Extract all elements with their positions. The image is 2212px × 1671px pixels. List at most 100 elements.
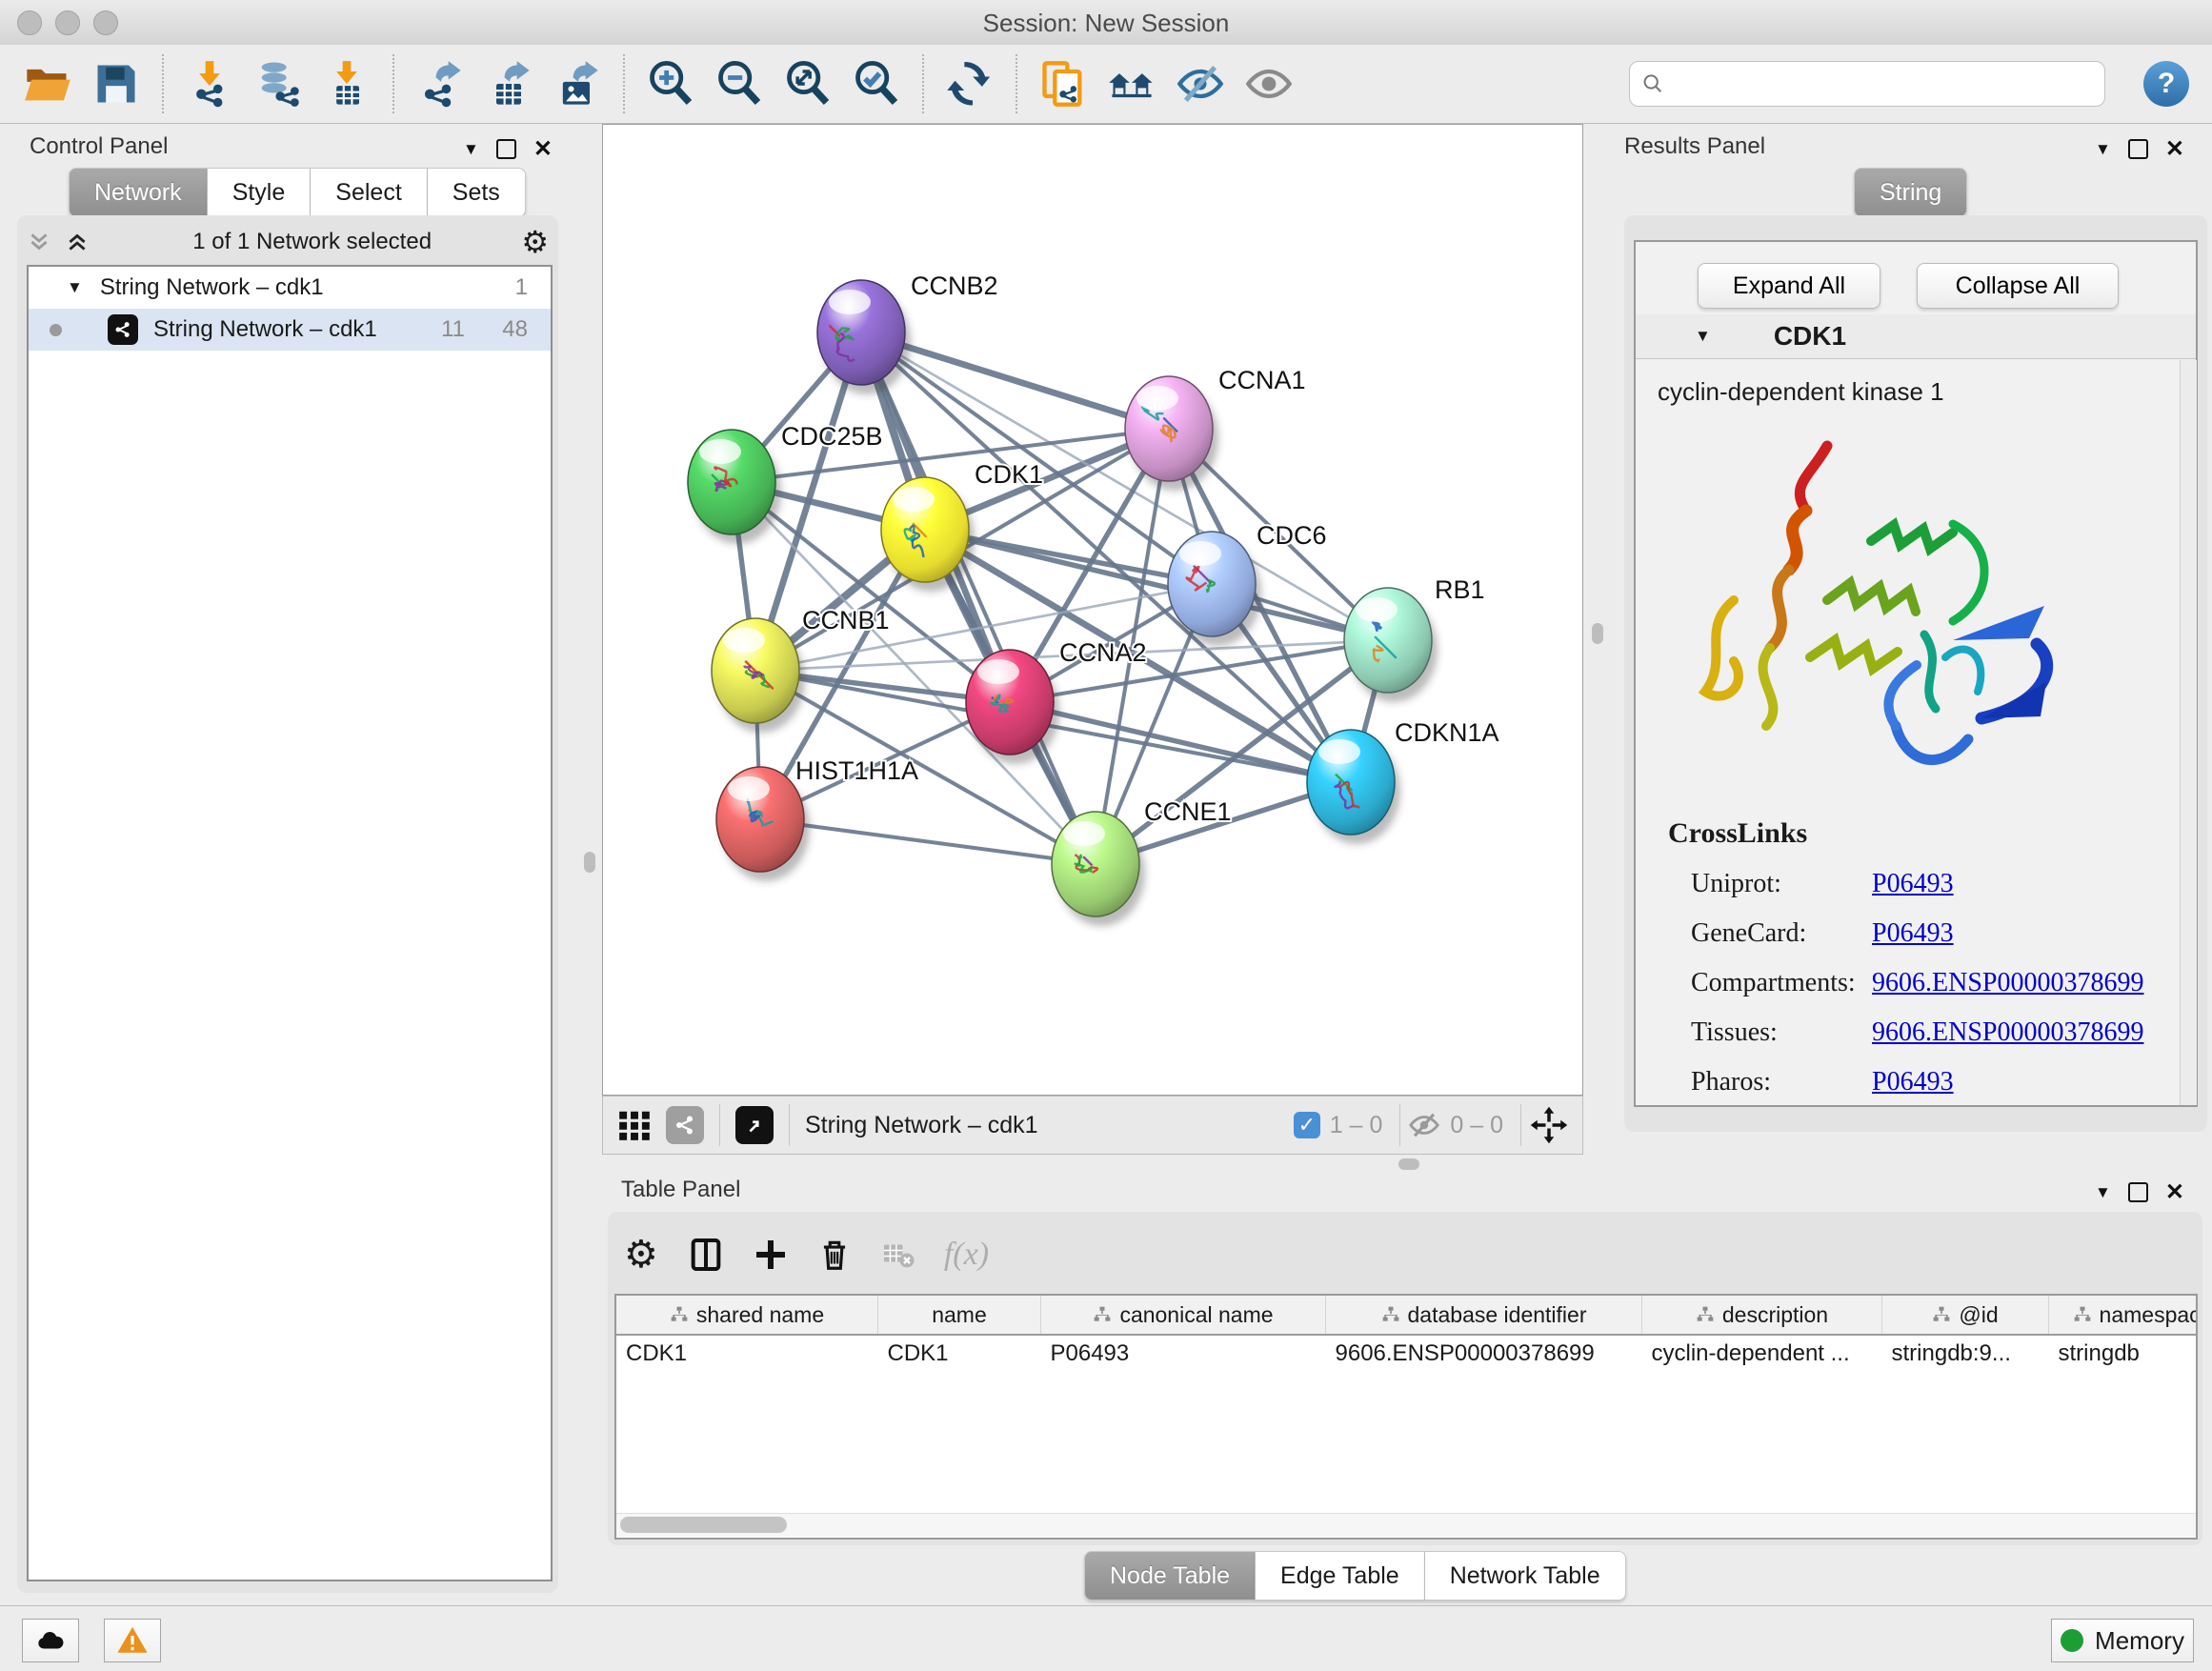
table-settings-gear-icon[interactable]: ⚙ [624,1233,658,1277]
node-label-CCNE1: CCNE1 [1144,797,1232,826]
node-highlight [728,776,770,801]
scrollbar-thumb[interactable] [620,1517,787,1533]
close-panel-icon[interactable]: ✕ [533,135,553,163]
import-network-from-database-icon[interactable] [249,54,308,113]
crosslink-link[interactable]: 9606.ENSP00000378699 [1872,1017,2143,1048]
panel-menu-icon[interactable]: ▼ [463,140,479,159]
node-highlight [1318,739,1360,764]
delete-column-trash-icon[interactable] [816,1237,853,1273]
close-panel-icon[interactable]: ✕ [2165,135,2184,163]
column-header-database-identifier[interactable]: database identifier [1326,1296,1642,1335]
results-panel-tabs: String [1854,168,1967,217]
column-header-namespace[interactable]: namespace [2049,1296,2199,1335]
results-scrollbar[interactable] [2180,360,2197,1105]
search-field[interactable] [1629,61,2105,107]
zoom-out-icon[interactable] [710,54,769,113]
network-edge-CCNA2-CDKN1A[interactable] [1010,702,1351,782]
column-header-shared-name[interactable]: shared name [616,1296,878,1335]
network-selection-status: 1 of 1 Network selected [103,229,521,255]
hide-selected-eye-slash-icon[interactable] [1171,54,1230,113]
network-options-gear-icon[interactable]: ⚙ [521,227,549,257]
refresh-layout-icon[interactable] [940,54,999,113]
export-image-icon[interactable] [548,54,607,113]
column-header-name[interactable]: name [878,1296,1041,1335]
tab-network-table[interactable]: Network Table [1425,1551,1626,1601]
node-highlight [723,628,765,653]
show-all-networks-icon[interactable] [1102,54,1161,113]
node-highlight [893,487,935,512]
float-panel-icon[interactable] [2128,139,2148,159]
save-session-icon[interactable] [87,54,146,113]
expand-all-icon[interactable] [65,230,90,254]
column-header-description[interactable]: description [1642,1296,1882,1335]
zoom-selected-icon[interactable] [847,54,906,113]
table-row[interactable]: CDK1CDK1P064939606.ENSP00000378699cyclin… [616,1335,2198,1372]
table-cell[interactable]: 9606.ENSP00000378699 [1326,1335,1642,1372]
import-network-icon[interactable] [180,54,239,113]
table-cell[interactable]: stringdb:9... [1882,1335,2049,1372]
network-row-selected[interactable]: String Network – cdk1 11 48 [29,309,551,351]
float-panel-icon[interactable] [2128,1182,2148,1202]
horizontal-splitter-handle[interactable] [1398,1158,1419,1170]
gene-section-header[interactable]: ▼ CDK1 [1636,314,2196,359]
birdseye-grid-icon[interactable] [616,1107,653,1143]
crosslink-link[interactable]: P06493 [1872,1067,1954,1097]
network-collection-row[interactable]: ▼ String Network – cdk1 1 [29,267,551,309]
tab-sets[interactable]: Sets [428,168,526,217]
selected-count-checkbox-icon[interactable]: ✓ [1294,1112,1320,1138]
export-table-icon[interactable] [479,54,538,113]
network-edge-HIST1H1A-CCNE1[interactable] [760,819,1096,864]
expand-all-button[interactable]: Expand All [1698,263,1880,309]
tab-style[interactable]: Style [208,168,312,217]
close-panel-icon[interactable]: ✕ [2165,1178,2184,1206]
float-panel-icon[interactable] [496,139,516,159]
collection-expand-icon[interactable]: ▼ [67,278,83,297]
right-splitter-handle[interactable] [1592,623,1603,644]
tab-node-table[interactable]: Node Table [1084,1551,1256,1601]
zoom-fit-icon[interactable] [778,54,837,113]
table-cell[interactable]: cyclin-dependent ... [1642,1335,1882,1372]
crosslink-link[interactable]: 9606.ENSP00000378699 [1872,968,2143,998]
help-button[interactable]: ? [2143,61,2189,107]
table-cell[interactable]: stringdb [2049,1335,2199,1372]
tab-select[interactable]: Select [311,168,427,217]
column-header-canonical-name[interactable]: canonical name [1041,1296,1326,1335]
collapse-all-icon[interactable] [27,230,51,254]
table-cell[interactable]: P06493 [1041,1335,1326,1372]
crosslink-link[interactable]: P06493 [1872,918,1954,949]
tab-network[interactable]: Network [69,168,208,217]
section-collapse-icon[interactable]: ▼ [1695,327,1711,346]
crosslinks-title: CrossLinks [1668,817,1807,850]
current-network-dot-icon [50,324,62,336]
tab-edge-table[interactable]: Edge Table [1256,1551,1425,1601]
network-overview-icon[interactable] [666,1106,704,1144]
tab-string[interactable]: String [1854,168,1967,217]
zoom-in-icon[interactable] [641,54,700,113]
table-horizontal-scrollbar[interactable] [616,1513,2196,1537]
crosslink-link[interactable]: P06493 [1872,869,1954,899]
toolbar-separator [1016,54,1017,113]
panel-menu-icon[interactable]: ▼ [2095,1183,2111,1202]
show-columns-icon[interactable] [687,1236,725,1274]
vertical-splitter-handle[interactable] [584,852,595,873]
network-canvas[interactable]: CCNB2CCNA1CDC25BCDK1CDC6RB1CCNB1CCNA2CDK… [602,124,1583,1096]
detach-view-icon[interactable] [735,1106,774,1144]
crosslink-row: GeneCard:P06493 [1691,909,2167,958]
table-cell[interactable]: CDK1 [616,1335,878,1372]
export-network-icon[interactable] [411,54,470,113]
open-session-icon[interactable] [18,54,77,113]
column-header-@id[interactable]: @id [1882,1296,2049,1335]
network-graph[interactable]: CCNB2CCNA1CDC25BCDK1CDC6RB1CCNB1CCNA2CDK… [603,125,1582,1095]
network-snapshot-icon[interactable] [1034,54,1093,113]
table-cell[interactable]: CDK1 [878,1335,1041,1372]
collapse-all-button[interactable]: Collapse All [1917,263,2119,309]
memory-button[interactable]: Memory [2051,1619,2194,1662]
pan-crosshair-icon[interactable] [1529,1105,1569,1145]
cloud-status-button[interactable] [22,1619,79,1662]
show-eye-icon[interactable] [1239,54,1298,113]
import-table-icon[interactable] [317,54,376,113]
search-input[interactable] [1664,70,2093,98]
warnings-button[interactable] [104,1619,161,1662]
create-column-plus-icon[interactable] [754,1238,788,1272]
panel-menu-icon[interactable]: ▼ [2095,140,2111,159]
